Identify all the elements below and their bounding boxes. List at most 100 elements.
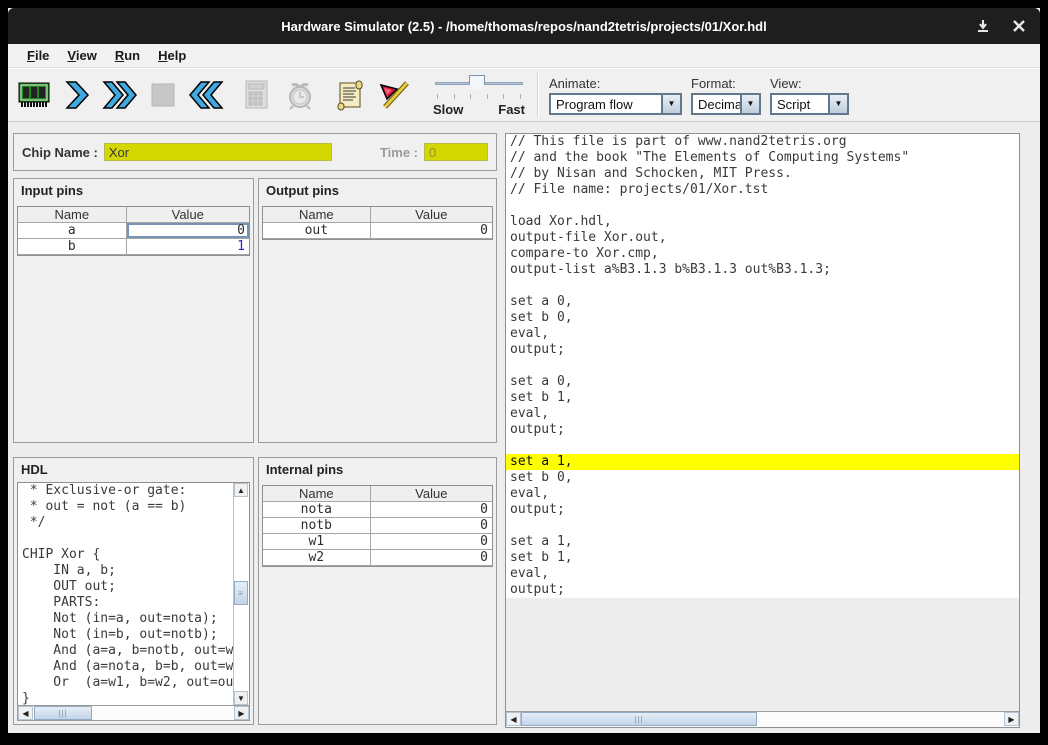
stop-icon bbox=[150, 82, 176, 108]
minimize-button[interactable] bbox=[972, 15, 994, 37]
script-line[interactable]: output; bbox=[506, 502, 1019, 518]
hdl-line: */ bbox=[18, 515, 234, 531]
slider-thumb[interactable] bbox=[469, 75, 485, 92]
hdl-line: } bbox=[18, 691, 234, 706]
script-line[interactable]: // File name: projects/01/Xor.tst bbox=[506, 182, 1019, 198]
output-pins-title: Output pins bbox=[259, 179, 496, 201]
menu-item[interactable]: Run bbox=[106, 45, 149, 66]
chevron-down-icon[interactable]: ▼ bbox=[740, 95, 759, 113]
pin-value-cell[interactable]: 0 bbox=[371, 223, 492, 238]
animate-label: Animate: bbox=[549, 76, 682, 91]
single-step-button[interactable] bbox=[57, 74, 97, 116]
script-line[interactable]: set b 1, bbox=[506, 550, 1019, 566]
pin-value-cell[interactable]: 0 bbox=[371, 502, 492, 517]
script-line[interactable]: set a 0, bbox=[506, 374, 1019, 390]
chip-name-input[interactable] bbox=[104, 143, 332, 161]
chevron-down-icon[interactable]: ▼ bbox=[828, 95, 847, 113]
time-field bbox=[424, 143, 488, 161]
menu-item[interactable]: View bbox=[58, 45, 105, 66]
view-select[interactable]: Script ▼ bbox=[770, 93, 849, 115]
script-line[interactable]: set a 1, bbox=[506, 454, 1019, 470]
run-icon bbox=[102, 80, 138, 110]
hdl-line: Not (in=a, out=nota); bbox=[18, 611, 234, 627]
pin-value-cell[interactable]: 1 bbox=[127, 239, 249, 254]
script-line[interactable]: set a 1, bbox=[506, 534, 1019, 550]
script-line[interactable]: set b 0, bbox=[506, 310, 1019, 326]
script-line[interactable]: output; bbox=[506, 582, 1019, 598]
hdl-code-view[interactable]: * Exclusive-or gate: * out = not (a == b… bbox=[17, 482, 250, 706]
menu-item[interactable]: File bbox=[18, 45, 58, 66]
script-line[interactable]: load Xor.hdl, bbox=[506, 214, 1019, 230]
script-line[interactable]: output; bbox=[506, 342, 1019, 358]
script-line[interactable]: output-file Xor.out, bbox=[506, 230, 1019, 246]
hdl-vertical-scrollbar[interactable]: ▲ ≡ ▼ bbox=[233, 483, 249, 705]
scroll-down-icon[interactable]: ▼ bbox=[234, 691, 248, 705]
script-line[interactable] bbox=[506, 518, 1019, 534]
scroll-right-icon[interactable]: ▶ bbox=[1004, 712, 1019, 726]
column-header-value: Value bbox=[371, 486, 492, 501]
close-button[interactable] bbox=[1008, 15, 1030, 37]
hdl-horizontal-scrollbar[interactable]: ◀ ||| ▶ bbox=[17, 705, 250, 721]
hdl-line: And (a=nota, b=b, out=w2); bbox=[18, 659, 234, 675]
reset-button[interactable] bbox=[186, 74, 226, 116]
script-line[interactable]: // This file is part of www.nand2tetris.… bbox=[506, 134, 1019, 150]
pin-value-cell[interactable]: 0 bbox=[371, 550, 492, 565]
view-options-button[interactable] bbox=[374, 74, 414, 116]
pin-name: out bbox=[263, 223, 371, 238]
pin-name: a bbox=[18, 223, 127, 238]
chip-name-bar: Chip Name : Time : bbox=[13, 133, 497, 171]
scroll-up-icon[interactable]: ▲ bbox=[234, 483, 248, 497]
table-header-row: Name Value bbox=[18, 207, 249, 223]
pin-value-cell[interactable]: 0 bbox=[371, 518, 492, 533]
animate-select[interactable]: Program flow ▼ bbox=[549, 93, 682, 115]
hdl-line: And (a=a, b=notb, out=w1); bbox=[18, 643, 234, 659]
script-line[interactable]: output-list a%B3.1.3 b%B3.1.3 out%B3.1.3… bbox=[506, 262, 1019, 278]
script-line[interactable]: set b 1, bbox=[506, 390, 1019, 406]
script-line[interactable]: eval, bbox=[506, 406, 1019, 422]
clock-button bbox=[280, 74, 320, 116]
scroll-left-icon[interactable]: ◀ bbox=[18, 706, 33, 720]
menu-item[interactable]: Help bbox=[149, 45, 195, 66]
script-line[interactable]: compare-to Xor.cmp, bbox=[506, 246, 1019, 262]
script-line[interactable]: eval, bbox=[506, 566, 1019, 582]
slider-fast-label: Fast bbox=[498, 102, 525, 117]
table-row: w2 0 bbox=[263, 550, 492, 566]
hdl-line: Or (a=w1, b=w2, out=out); bbox=[18, 675, 234, 691]
script-line[interactable]: set a 0, bbox=[506, 294, 1019, 310]
chip-name-label: Chip Name : bbox=[22, 145, 98, 160]
scrollbar-thumb[interactable]: ≡ bbox=[234, 581, 248, 605]
script-line[interactable] bbox=[506, 438, 1019, 454]
pin-value-cell[interactable]: 0 bbox=[371, 534, 492, 549]
script-line[interactable]: output; bbox=[506, 422, 1019, 438]
scrollbar-thumb[interactable]: ||| bbox=[521, 712, 757, 726]
load-chip-button[interactable] bbox=[14, 74, 54, 116]
scroll-right-icon[interactable]: ▶ bbox=[234, 706, 249, 720]
calculator-icon bbox=[243, 79, 271, 111]
script-line[interactable]: set b 0, bbox=[506, 470, 1019, 486]
hdl-title: HDL bbox=[14, 458, 253, 480]
toolbar: Slow Fast Animate: Program flow ▼ Format… bbox=[8, 68, 1040, 122]
output-pins-panel: Output pins Name Value out 0 bbox=[258, 178, 497, 443]
script-horizontal-scrollbar[interactable]: ◀ ||| ▶ bbox=[506, 711, 1019, 727]
run-button[interactable] bbox=[100, 74, 140, 116]
format-select[interactable]: Decimal ▼ bbox=[691, 93, 761, 115]
script-line[interactable] bbox=[506, 198, 1019, 214]
internal-pins-title: Internal pins bbox=[259, 458, 496, 480]
hdl-line: * out = not (a == b) bbox=[18, 499, 234, 515]
load-script-button[interactable] bbox=[331, 74, 371, 116]
title-bar[interactable]: Hardware Simulator (2.5) - /home/thomas/… bbox=[8, 8, 1040, 44]
table-row: notb 0 bbox=[263, 518, 492, 534]
script-line[interactable] bbox=[506, 278, 1019, 294]
chevron-down-icon[interactable]: ▼ bbox=[661, 95, 680, 113]
column-header-name: Name bbox=[263, 207, 371, 222]
script-line[interactable]: // and the book "The Elements of Computi… bbox=[506, 150, 1019, 166]
script-line[interactable] bbox=[506, 358, 1019, 374]
script-line[interactable]: // by Nisan and Schocken, MIT Press. bbox=[506, 166, 1019, 182]
pin-value-cell[interactable]: 0 bbox=[127, 223, 249, 238]
scrollbar-thumb[interactable]: ||| bbox=[34, 706, 92, 720]
speed-slider[interactable]: Slow Fast bbox=[433, 74, 525, 117]
slider-slow-label: Slow bbox=[433, 102, 463, 117]
script-line[interactable]: eval, bbox=[506, 486, 1019, 502]
script-line[interactable]: eval, bbox=[506, 326, 1019, 342]
scroll-left-icon[interactable]: ◀ bbox=[506, 712, 521, 726]
